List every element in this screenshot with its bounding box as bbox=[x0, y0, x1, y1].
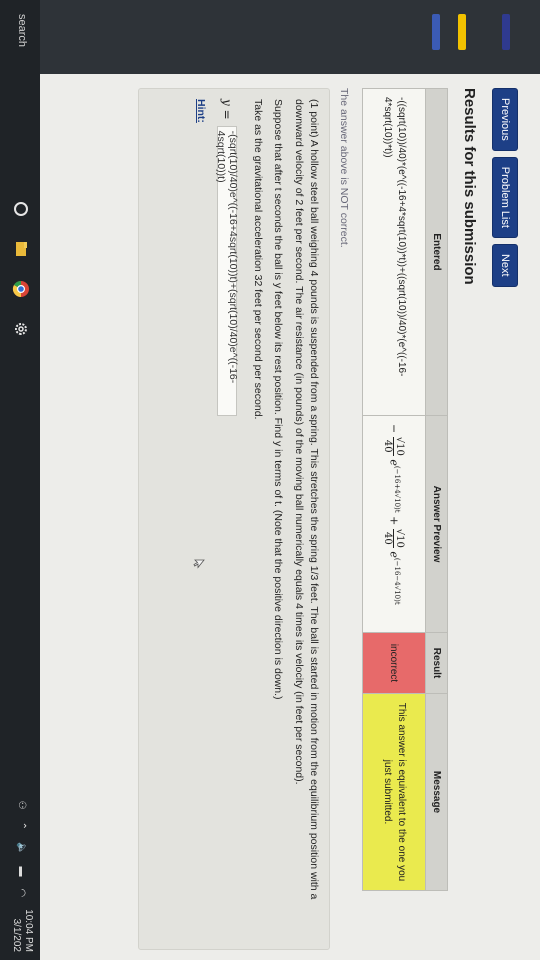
preview-denominator: 40 bbox=[382, 531, 394, 545]
hint-link[interactable]: Hint: bbox=[195, 99, 207, 123]
people-icon[interactable]: ⚇ bbox=[17, 801, 28, 810]
wifi-icon[interactable]: ◠ bbox=[17, 888, 28, 897]
rotated-screen: Previous Problem List Next Results for t… bbox=[0, 0, 540, 960]
preview-exponent: (−16+4√10)t bbox=[393, 465, 402, 513]
header-entered: Entered bbox=[425, 88, 448, 416]
y-label: y = bbox=[220, 99, 234, 120]
preview-exponent: (−16−4√10)t bbox=[393, 557, 402, 605]
header-answer-preview: Answer Preview bbox=[425, 415, 448, 633]
header-result: Result bbox=[425, 632, 448, 694]
side-tab[interactable] bbox=[458, 14, 466, 50]
problem-text-1: (1 point) A hollow steel ball weighing 4… bbox=[293, 99, 320, 900]
side-tab[interactable] bbox=[502, 14, 510, 50]
problem-text-2: Suppose that after t seconds the ball is… bbox=[272, 99, 284, 700]
problem-list-button[interactable]: Problem List bbox=[492, 156, 518, 238]
system-tray: ⚇ ⌃ 🔈 ▬ ◠ 10:04 PM 3/1/202 bbox=[10, 801, 34, 952]
clock-time: 10:04 PM bbox=[23, 909, 34, 952]
answer-preview: − √10 40 e(−16+4√10)t + √10 40 e(−16−4√1… bbox=[362, 415, 426, 633]
settings-gear-icon[interactable] bbox=[12, 320, 30, 338]
file-explorer-icon[interactable] bbox=[12, 240, 30, 258]
problem-box: (1 point) A hollow steel ball weighing 4… bbox=[138, 88, 330, 950]
header-message: Message bbox=[425, 693, 448, 891]
chevron-up-icon[interactable]: ⌃ bbox=[17, 822, 28, 830]
left-dark-area bbox=[0, 0, 540, 74]
nav-buttons: Previous Problem List Next bbox=[492, 88, 518, 287]
clock-date: 3/1/202 bbox=[11, 918, 22, 952]
previous-button[interactable]: Previous bbox=[492, 88, 518, 151]
next-button[interactable]: Next bbox=[492, 243, 518, 287]
result-status: incorrect bbox=[362, 632, 426, 694]
answer-input[interactable]: -(sqrt(10)/40)e^((-16+4sqrt(10))t)+(sqrt… bbox=[215, 125, 239, 416]
chrome-icon[interactable] bbox=[12, 280, 30, 298]
preview-plus: + bbox=[388, 516, 401, 526]
problem-text-3: Take as the gravitational acceleration 3… bbox=[252, 99, 264, 420]
clock[interactable]: 10:04 PM 3/1/202 bbox=[10, 909, 34, 952]
preview-denominator: 40 bbox=[382, 439, 394, 453]
result-message: This answer is equivalent to the one you… bbox=[362, 693, 426, 891]
side-tab[interactable] bbox=[432, 14, 440, 50]
taskbar: search ⚇ ⌃ 🔈 ▬ ◠ 10:04 PM 3/1/202 bbox=[0, 0, 40, 960]
webwork-page: Previous Problem List Next Results for t… bbox=[40, 74, 540, 960]
entered-answer: -((sqrt(10))/40)*(e^((-16+4*sqrt(10))*t)… bbox=[362, 88, 426, 416]
not-correct-notice: The answer above is NOT correct. bbox=[338, 88, 350, 248]
answer-row: y = -(sqrt(10)/40)e^((-16+4sqrt(10))t)+(… bbox=[215, 99, 239, 416]
volume-icon[interactable]: 🔈 bbox=[17, 842, 28, 854]
battery-icon[interactable]: ▬ bbox=[17, 866, 28, 876]
taskbar-search[interactable]: search bbox=[16, 14, 28, 47]
table-row: -((sqrt(10))/40)*(e^((-16+4*sqrt(10))*t)… bbox=[362, 88, 426, 891]
mouse-cursor-icon bbox=[193, 559, 205, 569]
results-title: Results for this submission bbox=[461, 88, 478, 285]
results-table: Entered Answer Preview Result Message -(… bbox=[362, 88, 448, 891]
task-view-icon[interactable] bbox=[12, 200, 30, 218]
preview-numerator: √10 bbox=[393, 436, 406, 456]
preview-numerator: √10 bbox=[393, 528, 406, 548]
